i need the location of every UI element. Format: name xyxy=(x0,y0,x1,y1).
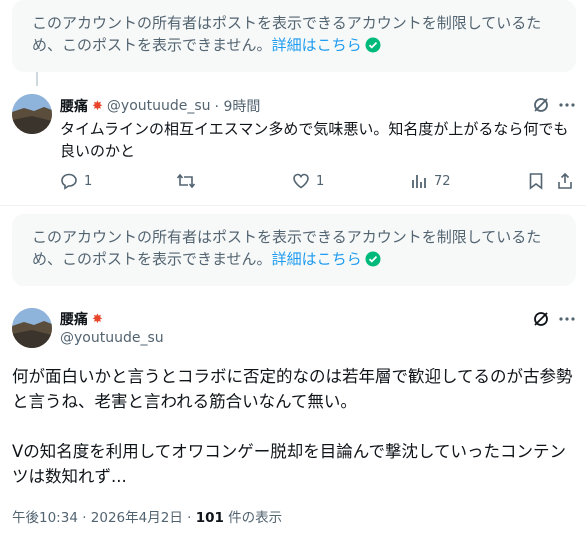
post-paragraph-1: 何が面白いかと言うとコラボに否定的なのは若年層で歓迎してるのが古参勢と言うね、老… xyxy=(12,367,573,411)
explosion-emoji-icon: ✸ xyxy=(92,98,103,114)
post-header: 腰痛 ✸ @youtuude_su · 9時間 xyxy=(60,96,260,116)
display-name[interactable]: 腰痛 xyxy=(60,309,88,329)
restricted-post-notice-2: このアカウントの所有者はポストを表示できるアカウントを制限しているため、このポス… xyxy=(12,214,576,286)
view-count: 101 xyxy=(195,510,224,526)
reply-count: 1 xyxy=(84,173,93,189)
like-button[interactable]: 1 xyxy=(292,172,324,190)
post-meta: 午後10:34 · 2026年4月2日 · 101 件の表示 xyxy=(12,506,282,526)
views-button[interactable]: 72 xyxy=(410,172,451,190)
more-icon[interactable] xyxy=(558,310,576,328)
view-count: 72 xyxy=(434,173,451,189)
post-timestamp[interactable]: 午後10:34 · 2026年4月2日 · xyxy=(12,510,196,526)
grok-icon[interactable] xyxy=(532,310,550,328)
views-label: 件の表示 xyxy=(223,510,283,526)
action-bar: 1 1 72 xyxy=(60,172,580,194)
post-header: 腰痛 ✸ xyxy=(60,309,103,329)
heart-icon xyxy=(293,173,309,189)
avatar[interactable] xyxy=(12,308,52,348)
share-icon xyxy=(558,172,572,189)
verified-check-icon xyxy=(365,37,381,59)
verified-check-icon xyxy=(365,251,381,273)
grok-icon[interactable] xyxy=(532,96,550,114)
explosion-emoji-icon: ✸ xyxy=(92,311,103,327)
post-text: タイムラインの相互イエスマン多めで気味悪い。知名度が上がるなら何でも良いのかと xyxy=(60,120,569,160)
divider xyxy=(0,205,586,206)
analytics-icon xyxy=(412,175,426,188)
post-paragraph-2: Vの知名度を利用してオワコンゲー脱却を目論んで撃沈していったコンテンツは数知れず… xyxy=(12,442,566,486)
learn-more-link[interactable]: 詳細はこちら xyxy=(272,36,362,54)
user-handle[interactable]: @youtuude_su xyxy=(60,330,164,346)
learn-more-link[interactable]: 詳細はこちら xyxy=(272,250,362,268)
avatar[interactable] xyxy=(12,94,52,134)
like-count: 1 xyxy=(316,173,325,189)
post-body: 何が面白いかと言うとコラボに否定的なのは若年層で歓迎してるのが古参勢と言うね、老… xyxy=(12,364,574,489)
repost-button[interactable] xyxy=(176,172,196,190)
reply-button[interactable]: 1 xyxy=(60,172,92,190)
reply-icon xyxy=(61,173,77,190)
post-time[interactable]: · 9時間 xyxy=(215,96,261,116)
repost-icon xyxy=(176,173,196,189)
user-handle[interactable]: @youtuude_su xyxy=(107,98,211,114)
display-name[interactable]: 腰痛 xyxy=(60,96,88,116)
restricted-post-notice: このアカウントの所有者はポストを表示できるアカウントを制限しているため、このポス… xyxy=(12,0,576,72)
more-icon[interactable] xyxy=(558,96,576,114)
bookmark-icon xyxy=(529,173,543,190)
bookmark-button[interactable] xyxy=(528,172,544,190)
share-button[interactable] xyxy=(556,172,574,190)
